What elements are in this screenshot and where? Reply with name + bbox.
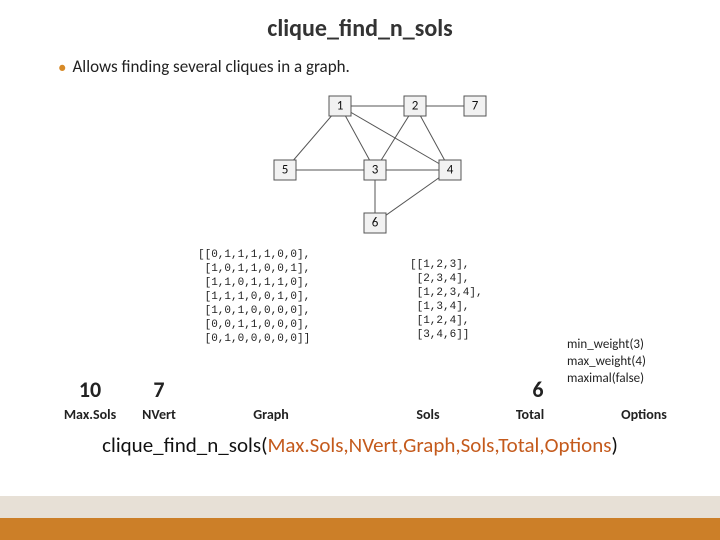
total-value: 6 [518, 376, 558, 403]
option-item: max_weight(4) [567, 353, 646, 370]
svg-text:4: 4 [447, 163, 454, 178]
footer-decoration [0, 496, 720, 540]
footer-dark-bar [0, 518, 720, 540]
slide: clique_find_n_sols • Allows finding sever… [0, 0, 720, 540]
svg-text:7: 7 [472, 99, 479, 114]
page-title: clique_find_n_sols [0, 14, 720, 43]
svg-text:1: 1 [337, 99, 344, 114]
option-item: maximal(false) [567, 370, 646, 387]
solutions-list: [[1,2,3], [2,3,4], [1,2,3,4], [1,3,4], [… [410, 258, 483, 342]
fn-params: Max.Sols,NVert,Graph,Sols,Total,Options [267, 432, 611, 458]
option-item: min_weight(3) [567, 336, 646, 353]
options-block: min_weight(3)max_weight(4)maximal(false) [567, 336, 646, 387]
graph-node: 3 [364, 160, 386, 180]
bullet-dot-icon: • [58, 57, 66, 78]
fn-name: clique_find_n_sols( [102, 432, 267, 458]
svg-text:6: 6 [372, 216, 379, 231]
bullet-item: • Allows finding several cliques in a gra… [58, 56, 350, 78]
label-graph: Graph [226, 406, 316, 423]
graph-node: 1 [329, 96, 351, 116]
graph-node: 7 [464, 96, 486, 116]
label-total: Total [500, 406, 560, 423]
label-sols: Sols [398, 406, 458, 423]
graph-node: 2 [404, 96, 426, 116]
label-nvert: NVert [134, 406, 184, 423]
fn-close: ) [611, 432, 617, 458]
svg-text:2: 2 [412, 99, 419, 114]
footer-light-bar [0, 496, 720, 518]
nvert-value: 7 [134, 376, 184, 403]
graph-figure: 1 2 7 5 3 4 6 [250, 88, 510, 238]
function-signature: clique_find_n_sols(Max.Sols,NVert,Graph,… [0, 432, 720, 458]
graph-node: 5 [274, 160, 296, 180]
maxsols-value: 10 [60, 376, 120, 403]
label-options: Options [604, 406, 684, 423]
label-maxsols: Max.Sols [48, 406, 132, 423]
graph-node: 6 [364, 213, 386, 233]
graph-node: 4 [439, 160, 461, 180]
graph-svg: 1 2 7 5 3 4 6 [250, 88, 510, 238]
svg-text:5: 5 [282, 163, 289, 178]
svg-text:3: 3 [372, 163, 379, 178]
adjacency-matrix: [[0,1,1,1,1,0,0], [1,0,1,1,0,0,1], [1,1,… [198, 248, 310, 346]
bullet-text: Allows finding several cliques in a grap… [72, 56, 349, 77]
